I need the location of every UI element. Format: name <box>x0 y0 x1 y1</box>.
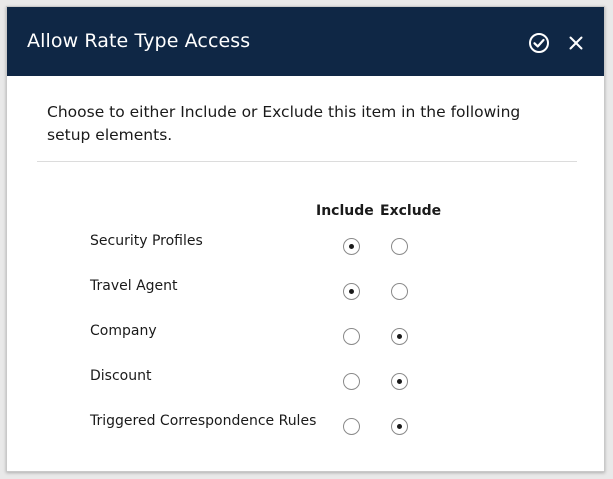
exclude-column-header: Exclude <box>380 203 442 219</box>
intro-text: Choose to either Include or Exclude this… <box>47 103 521 144</box>
close-button[interactable] <box>564 31 588 55</box>
check-circle-icon <box>529 33 549 53</box>
divider <box>37 161 577 162</box>
exclude-radio-security-profiles[interactable] <box>391 238 408 255</box>
row-label-discount: Discount <box>90 368 152 384</box>
exclude-radio-triggered-correspondence-rules[interactable] <box>391 418 408 435</box>
include-column-header: Include <box>316 203 374 219</box>
row-label-security-profiles: Security Profiles <box>90 233 203 249</box>
row-label-company: Company <box>90 323 157 339</box>
include-radio-discount[interactable] <box>343 373 360 390</box>
include-radio-travel-agent[interactable] <box>343 283 360 300</box>
dialog-title: Allow Rate Type Access <box>27 30 251 52</box>
include-radio-company[interactable] <box>343 328 360 345</box>
exclude-radio-discount[interactable] <box>391 373 408 390</box>
confirm-button[interactable] <box>527 31 551 55</box>
close-icon <box>569 36 583 50</box>
row-label-triggered-correspondence-rules: Triggered Correspondence Rules <box>90 413 317 429</box>
dialog-header: Allow Rate Type Access <box>7 7 604 76</box>
include-radio-triggered-correspondence-rules[interactable] <box>343 418 360 435</box>
allow-rate-type-access-dialog: Allow Rate Type Access Choose to either … <box>6 6 605 472</box>
row-label-travel-agent: Travel Agent <box>90 278 178 294</box>
include-radio-security-profiles[interactable] <box>343 238 360 255</box>
exclude-radio-company[interactable] <box>391 328 408 345</box>
exclude-radio-travel-agent[interactable] <box>391 283 408 300</box>
